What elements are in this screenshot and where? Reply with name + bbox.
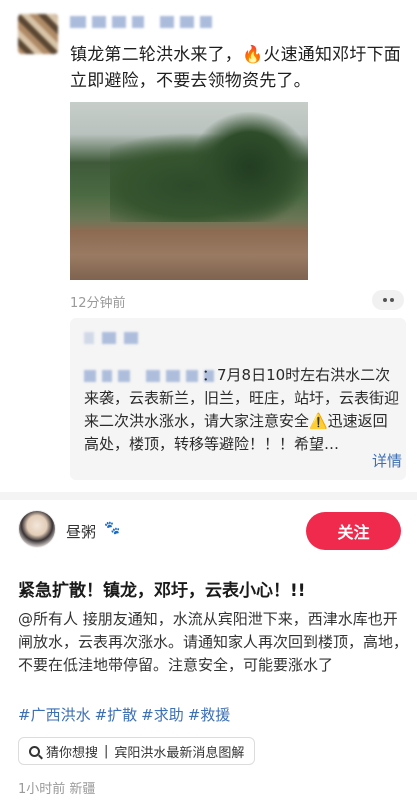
- meta-time: 1小时前: [18, 782, 66, 797]
- quoted-author-redacted: [84, 332, 138, 344]
- suggested-search-query: 宾阳洪水最新消息图解: [114, 745, 245, 761]
- photo-trees-right: [190, 112, 308, 222]
- author-avatar[interactable]: [18, 510, 56, 548]
- search-icon: [29, 745, 40, 757]
- tag-link[interactable]: #救援: [188, 704, 231, 725]
- reposter-name-redacted: [70, 16, 212, 30]
- author-name[interactable]: 昼粥: [66, 521, 96, 542]
- detail-link[interactable]: 详情: [368, 450, 403, 471]
- article-title: 紧急扩散！镇龙，邓圩，云表小心！!!: [18, 581, 306, 601]
- post-photo[interactable]: [70, 102, 308, 280]
- article-body: @所有人 接朋友通知，水流从宾阳泄下来，西津水库也开闸放水，云表再次涨水。请通知…: [18, 610, 409, 674]
- tag-link[interactable]: #扩散: [95, 704, 138, 725]
- paw-icon: 🐾: [104, 521, 121, 536]
- reposter-avatar[interactable]: [18, 14, 58, 54]
- suggested-search-separator: |: [104, 743, 109, 759]
- post-time: 12分钟前: [70, 296, 126, 311]
- tag-link[interactable]: #广西洪水: [18, 704, 91, 725]
- quoted-post[interactable]: ：7月8日10时左右洪水二次来袭，云表新兰，旧兰，旺庄，站圩，云表街迎来二次洪水…: [70, 318, 406, 480]
- suggested-search[interactable]: 猜你想搜 | 宾阳洪水最新消息图解: [18, 737, 256, 765]
- post-meta: 1小时前 新疆: [18, 778, 95, 797]
- tag-list: #广西洪水 #扩散 #求助 #救援: [18, 704, 230, 725]
- post-text: 镇龙第二轮洪水来了，🔥火速通知邓圩下面立即避险，不要去领物资先了。: [70, 45, 401, 91]
- photo-floodwater: [70, 230, 308, 280]
- follow-button[interactable]: 关注: [306, 512, 401, 550]
- tag-link[interactable]: #求助: [141, 704, 184, 725]
- more-dots-icon: [382, 298, 387, 302]
- suggested-search-label: 猜你想搜: [46, 745, 99, 761]
- more-options-button[interactable]: [372, 290, 404, 310]
- section-divider: [0, 492, 417, 500]
- meta-location: 新疆: [69, 782, 96, 797]
- quoted-text: ：7月8日10时左右洪水二次来袭，云表新兰，旧兰，旺庄，站圩，云表街迎来二次洪水…: [84, 366, 400, 453]
